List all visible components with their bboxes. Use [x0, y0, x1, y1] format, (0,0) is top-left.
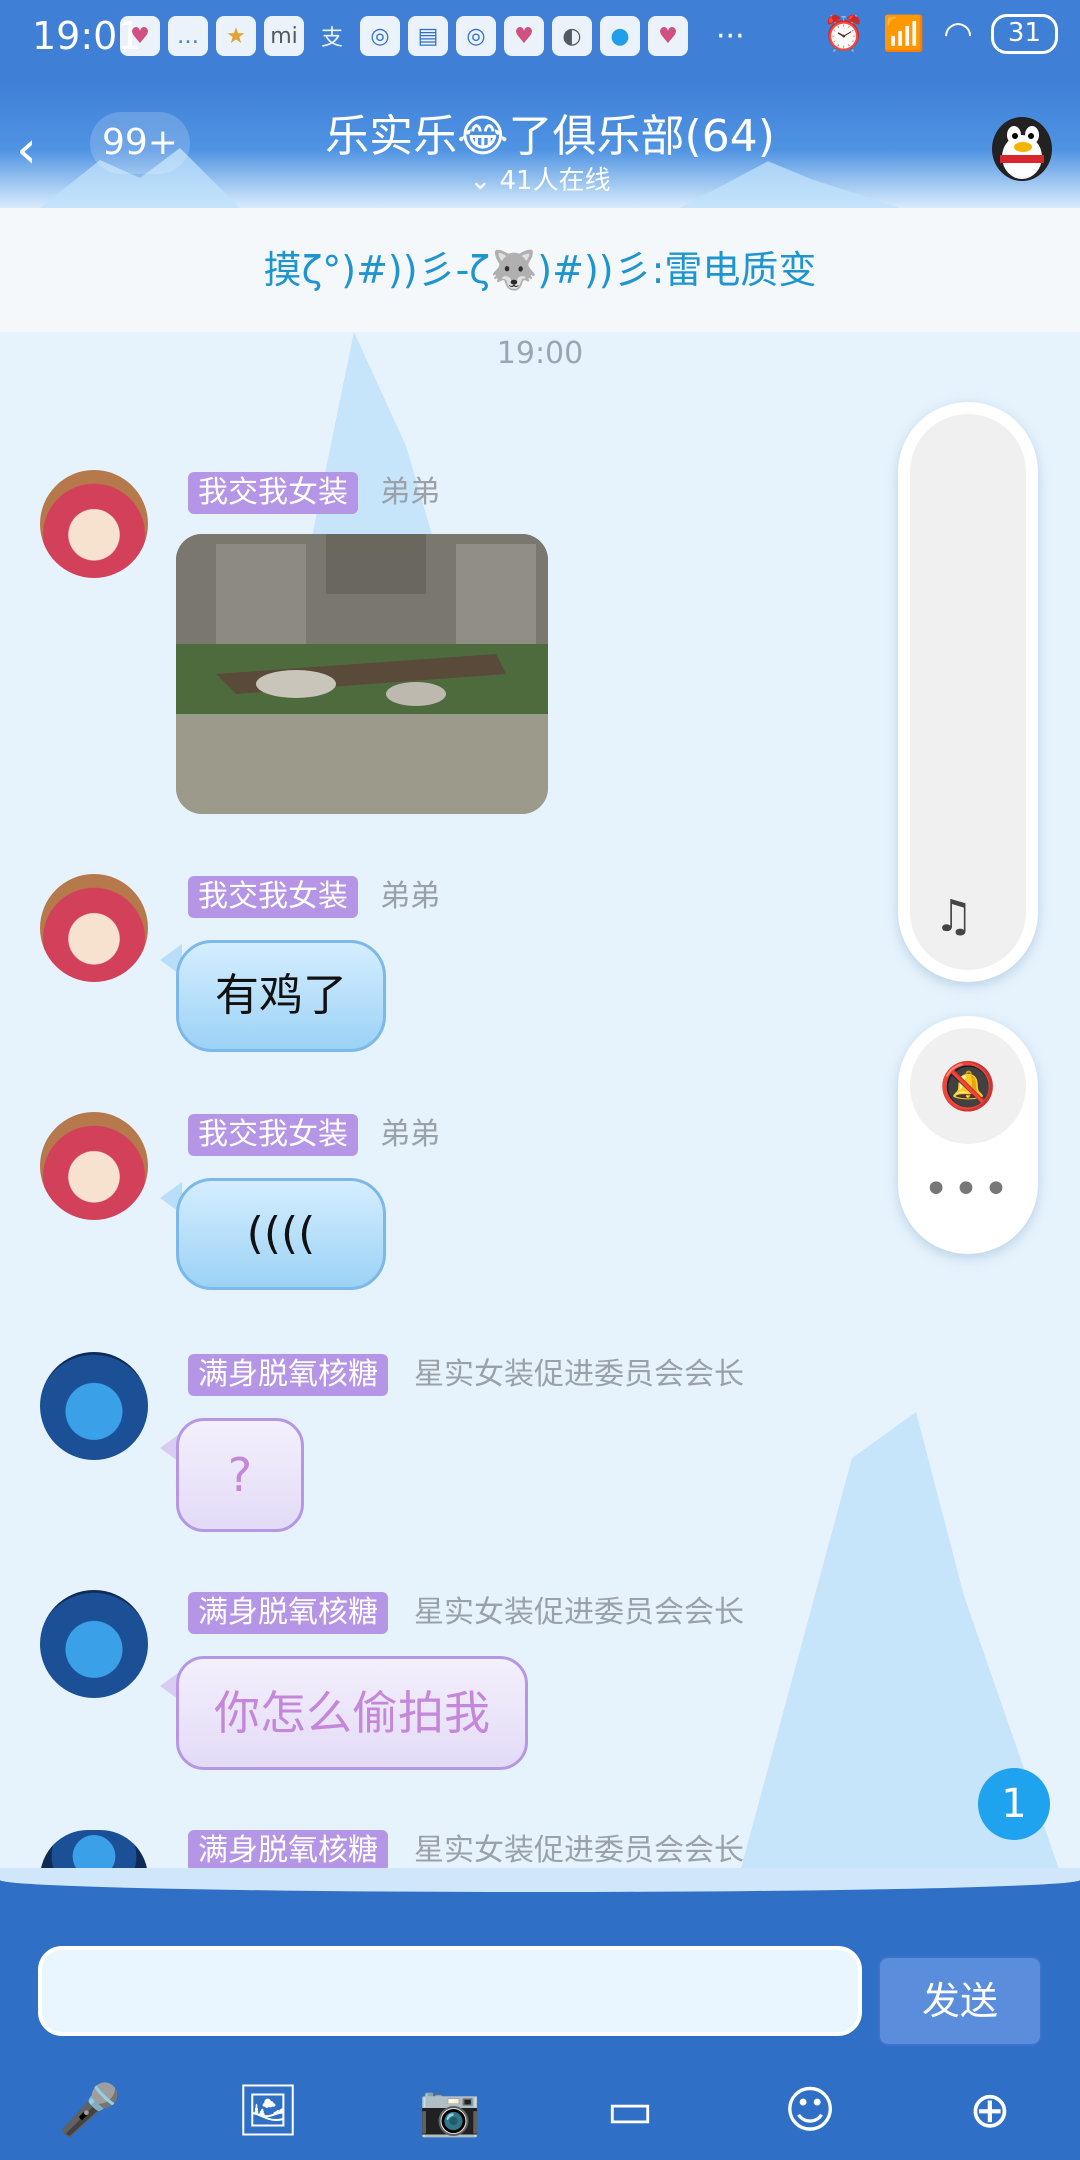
sender-title: 星实女装促进委员会会长: [414, 1357, 744, 1392]
card-icon[interactable]: ▭: [590, 2070, 670, 2150]
status-bar: 19:01 ♥ … ★ mi 支 ◎ ▤ ◎ ♥ ◐ ● ♥ ··· ⏰ 📶 ◠…: [0, 0, 1080, 78]
back-button[interactable]: ‹: [16, 120, 76, 180]
bird-icon: ●: [600, 16, 640, 56]
music-panel-track: [910, 414, 1026, 970]
sender-name[interactable]: 满身脱氧核糖: [188, 1830, 388, 1872]
alarm-icon: ⏰: [822, 14, 865, 54]
sender-name[interactable]: 我交我女装: [188, 876, 358, 918]
text-message-bubble[interactable]: ?: [176, 1418, 304, 1532]
alipay-icon: 支: [320, 26, 343, 51]
avatar[interactable]: [40, 470, 148, 578]
sender-title: 星实女装促进委员会会长: [414, 1833, 744, 1868]
sender-title: 星实女装促进委员会会长: [414, 1595, 744, 1630]
message-input[interactable]: [38, 1946, 862, 2036]
sender-title: 弟弟: [380, 1117, 440, 1152]
microphone-icon[interactable]: 🎤: [50, 2070, 130, 2150]
sender-name[interactable]: 满身脱氧核糖: [188, 1354, 388, 1396]
message-icon: …: [168, 16, 208, 56]
sender-title: 弟弟: [380, 475, 440, 510]
chevron-down-icon: ⌄: [469, 166, 500, 196]
control-panel: 🔕 •••: [898, 1016, 1038, 1254]
music-panel[interactable]: ♫: [898, 402, 1038, 982]
online-count[interactable]: ⌄ 41人在线: [320, 160, 760, 197]
avatar[interactable]: [40, 1112, 148, 1220]
more-options-icon[interactable]: •••: [898, 1164, 1038, 1215]
qq-penguin-icon[interactable]: [982, 105, 1062, 185]
send-button[interactable]: 发送: [878, 1956, 1042, 2046]
photo-icon[interactable]: 🖼: [228, 2070, 308, 2150]
group-title[interactable]: 乐实乐😂了俱乐部(64): [260, 100, 840, 164]
group-notice[interactable]: 摸ζ°)#))彡-ζ🐺)#))彡:雷电质变: [0, 208, 1080, 334]
planet-icon: ◐: [552, 16, 592, 56]
image-message[interactable]: [176, 534, 548, 814]
sender-title: 弟弟: [380, 879, 440, 914]
mi-icon: mi: [264, 16, 304, 56]
avatar[interactable]: [40, 874, 148, 982]
wifi-icon: ◠: [943, 14, 973, 54]
text-message-bubble[interactable]: ((((: [176, 1178, 386, 1290]
text-message-bubble[interactable]: 有鸡了: [176, 940, 386, 1052]
mute-bell-icon[interactable]: 🔕: [910, 1028, 1026, 1144]
sender-name[interactable]: 我交我女装: [188, 1114, 358, 1156]
avatar[interactable]: [40, 1352, 148, 1460]
sender-name[interactable]: 我交我女装: [188, 472, 358, 514]
more-notifications-icon: ···: [716, 18, 745, 54]
lala-icon-3: ♥: [648, 16, 688, 56]
battery-icon: 31: [990, 14, 1058, 54]
wave-decor: [0, 1868, 1080, 1892]
star-icon: ★: [216, 16, 256, 56]
sender-name[interactable]: 满身脱氧核糖: [188, 1592, 388, 1634]
music-off-icon[interactable]: ♫: [934, 891, 973, 942]
doc-icon: ▤: [408, 16, 448, 56]
status-app-icons: ♥ … ★ mi 支 ◎ ▤ ◎ ♥ ◐ ● ♥ ···: [120, 16, 745, 56]
avatar[interactable]: [40, 1590, 148, 1698]
unread-count-badge[interactable]: 99+: [90, 112, 190, 174]
lala-icon-2: ♥: [504, 16, 544, 56]
browser-icon: ◎: [360, 16, 400, 56]
message-timestamp: 19:00: [496, 336, 584, 371]
plus-icon[interactable]: ⊕: [950, 2070, 1030, 2150]
new-message-badge[interactable]: 1: [978, 1768, 1050, 1840]
text-message-bubble[interactable]: 你怎么偷拍我: [176, 1656, 528, 1770]
online-count-label: 41人在线: [499, 166, 611, 196]
camera-icon[interactable]: 📷: [410, 2070, 490, 2150]
browser-icon-2: ◎: [456, 16, 496, 56]
emoji-icon[interactable]: ☺: [770, 2070, 850, 2150]
signal-icon: 📶: [882, 14, 926, 54]
lala-icon: ♥: [120, 16, 160, 56]
